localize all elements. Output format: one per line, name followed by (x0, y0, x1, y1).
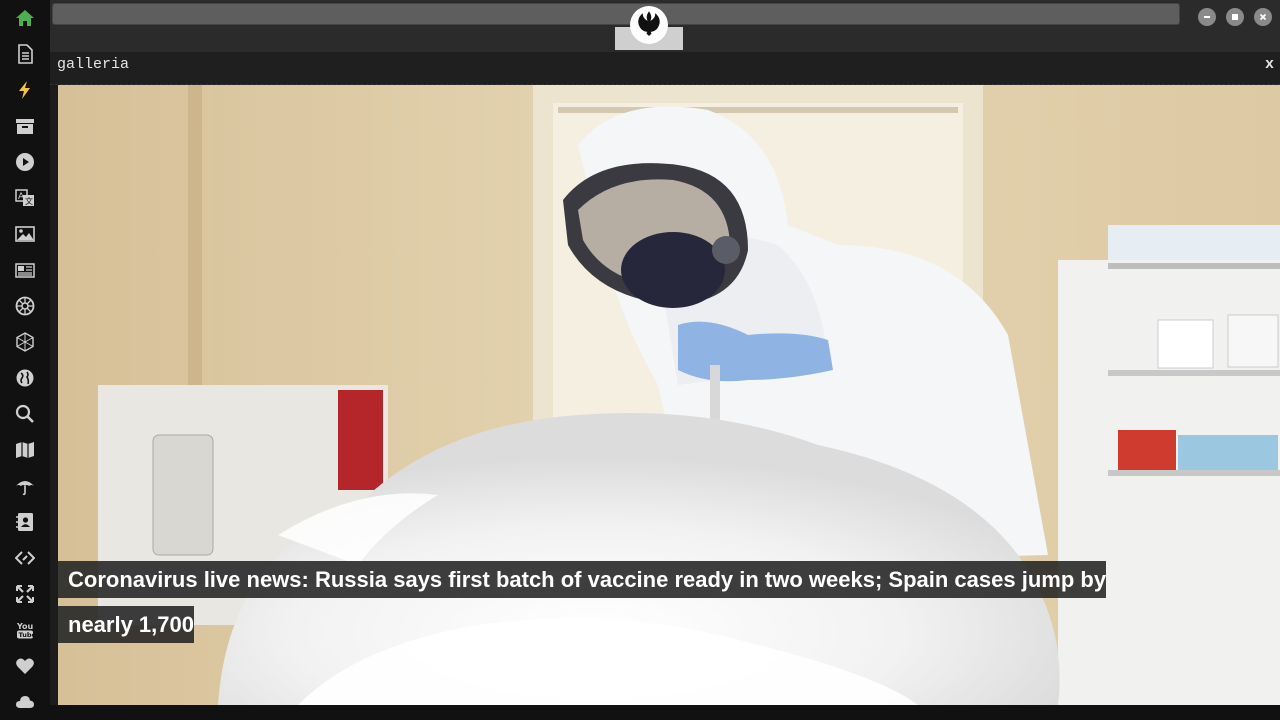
gallery-image[interactable]: Coronavirus live news: Russia says first… (58, 85, 1280, 705)
svg-text:文: 文 (25, 196, 33, 206)
bottom-strip (50, 705, 1280, 720)
svg-text:You: You (16, 622, 34, 631)
expand-icon[interactable] (13, 582, 37, 606)
gallery-caption: Coronavirus live news: Russia says first… (58, 557, 1118, 647)
translate-icon[interactable]: A文 (13, 186, 37, 210)
rebel-alliance-icon[interactable] (630, 6, 668, 44)
map-icon[interactable] (13, 438, 37, 462)
hexagon-icon[interactable] (13, 330, 37, 354)
panel-title: galleria (57, 56, 130, 73)
maximize-button[interactable] (1226, 8, 1244, 26)
close-window-button[interactable] (1254, 8, 1272, 26)
lightning-icon[interactable] (13, 78, 37, 102)
code-icon[interactable] (13, 546, 37, 570)
youtube-icon[interactable]: You Tube (13, 618, 37, 642)
search-icon[interactable] (13, 402, 37, 426)
document-icon[interactable] (13, 42, 37, 66)
image-icon[interactable] (13, 222, 37, 246)
heart-icon[interactable] (13, 654, 37, 678)
minimize-button[interactable] (1198, 8, 1216, 26)
home-icon[interactable] (13, 6, 37, 30)
panel-close-button[interactable]: x (1265, 56, 1274, 73)
globe-icon[interactable] (13, 366, 37, 390)
umbrella-icon[interactable] (13, 474, 37, 498)
archive-icon[interactable] (13, 114, 37, 138)
newspaper-icon[interactable] (13, 258, 37, 282)
caption-text: Coronavirus live news: Russia says first… (58, 561, 1107, 643)
empire-icon[interactable] (13, 294, 37, 318)
address-bar[interactable] (52, 3, 1180, 25)
contact-book-icon[interactable] (13, 510, 37, 534)
panel-header: galleria x (50, 52, 1280, 85)
svg-text:Tube: Tube (19, 631, 36, 639)
top-bar (50, 0, 1280, 52)
sidebar: A文 You Tube (0, 0, 50, 720)
cloud-icon[interactable] (13, 690, 37, 714)
play-icon[interactable] (13, 150, 37, 174)
